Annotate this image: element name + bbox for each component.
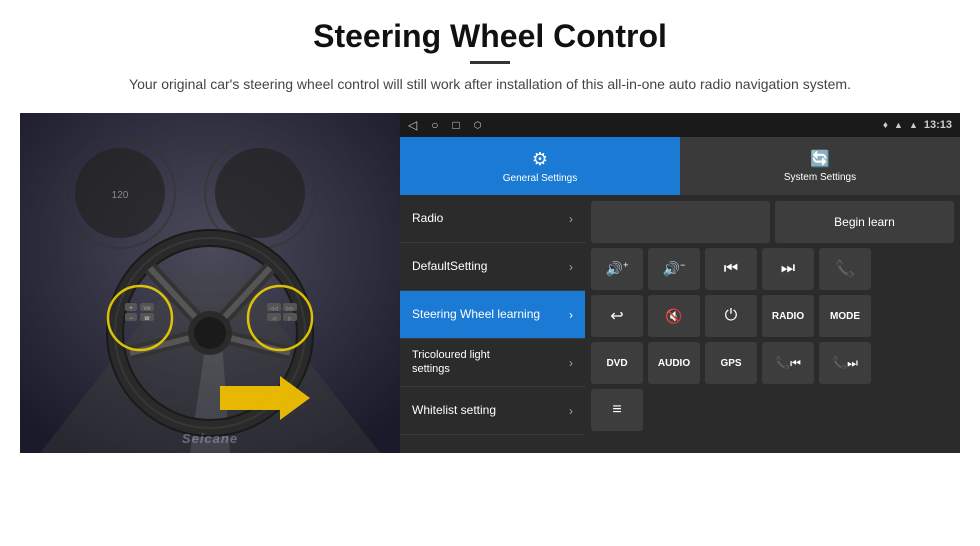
mute-icon: 🔇 xyxy=(665,308,682,325)
control-panel: Begin learn 🔊+ 🔊− ⏮ ⏭ xyxy=(585,195,960,453)
svg-text:−: − xyxy=(129,316,133,322)
return-icon: ↩ xyxy=(610,306,623,326)
svg-text:▷▷: ▷▷ xyxy=(286,306,294,312)
next-icon: ⏭ xyxy=(781,260,795,278)
menu-steering-arrow: › xyxy=(569,308,573,322)
call-prev-icon: 📞⏮ xyxy=(775,356,801,371)
tab-system-label: System Settings xyxy=(784,172,856,183)
menu-default-label: DefaultSetting xyxy=(412,259,487,273)
page-subtitle: Your original car's steering wheel contr… xyxy=(90,74,890,95)
home-icon[interactable]: ○ xyxy=(431,118,438,132)
car-photo: 120 xyxy=(20,113,400,453)
nav-icons: ◁ ○ □ ⬡ xyxy=(408,118,482,132)
menu-item-default-setting[interactable]: DefaultSetting › xyxy=(400,243,585,291)
menu-tricoloured-arrow: › xyxy=(569,356,573,370)
menu-icon[interactable]: ⬡ xyxy=(474,120,482,131)
call-icon: 📞 xyxy=(835,259,855,279)
empty-slot-btn xyxy=(591,201,770,243)
prev-icon: ⏮ xyxy=(724,260,738,278)
begin-learn-button[interactable]: Begin learn xyxy=(775,201,954,243)
power-button[interactable]: ⏻ xyxy=(705,295,757,337)
list-button[interactable]: ≡ xyxy=(591,389,643,431)
dvd-button[interactable]: DVD xyxy=(591,342,643,384)
svg-text:Vol: Vol xyxy=(144,306,151,312)
screen-main: Radio › DefaultSetting › Steering Wheel … xyxy=(400,195,960,453)
audio-button[interactable]: AUDIO xyxy=(648,342,700,384)
control-row-3: ↩ 🔇 ⏻ RADIO MODE xyxy=(591,295,954,337)
control-row-2: 🔊+ 🔊− ⏮ ⏭ 📞 xyxy=(591,248,954,290)
menu-item-whitelist[interactable]: Whitelist setting › xyxy=(400,387,585,435)
mode-label: MODE xyxy=(830,311,860,322)
gps-label: GPS xyxy=(720,358,741,369)
volume-up-button[interactable]: 🔊+ xyxy=(591,248,643,290)
menu-default-arrow: › xyxy=(569,260,573,274)
return-button[interactable]: ↩ xyxy=(591,295,643,337)
gps-button[interactable]: GPS xyxy=(705,342,757,384)
page-header: Steering Wheel Control Your original car… xyxy=(0,0,980,103)
page-title: Steering Wheel Control xyxy=(40,18,940,55)
status-time: 13:13 xyxy=(924,119,952,131)
call-next-icon: 📞⏭ xyxy=(832,356,858,371)
audio-label: AUDIO xyxy=(658,358,690,369)
car-image-area: 120 xyxy=(20,113,400,453)
menu-whitelist-arrow: › xyxy=(569,404,573,418)
status-bar: ◁ ○ □ ⬡ ♦ ▲ ▲ 13:13 xyxy=(400,113,960,137)
tab-bar: ⚙ General Settings 🔄 System Settings xyxy=(400,137,960,195)
prev-track-button[interactable]: ⏮ xyxy=(705,248,757,290)
system-icon: 🔄 xyxy=(810,149,830,169)
title-divider xyxy=(470,61,510,64)
list-icon: ≡ xyxy=(612,401,621,419)
menu-whitelist-label: Whitelist setting xyxy=(412,403,496,417)
content-area: 120 xyxy=(20,113,960,453)
volume-down-icon: 🔊− xyxy=(663,260,686,278)
power-icon: ⏻ xyxy=(725,307,738,325)
recents-icon[interactable]: □ xyxy=(452,118,459,132)
back-icon[interactable]: ◁ xyxy=(408,118,417,132)
svg-text:Seicane: Seicane xyxy=(182,431,238,446)
device-screen: ◁ ○ □ ⬡ ♦ ▲ ▲ 13:13 ⚙ General Settings 🔄… xyxy=(400,113,960,453)
tab-general-label: General Settings xyxy=(503,173,578,184)
location-icon: ♦ xyxy=(883,120,888,131)
status-right: ♦ ▲ ▲ 13:13 xyxy=(883,119,952,131)
menu-radio-arrow: › xyxy=(569,212,573,226)
mute-button[interactable]: 🔇 xyxy=(648,295,700,337)
control-row-1: Begin learn xyxy=(591,201,954,243)
menu-item-steering-wheel[interactable]: Steering Wheel learning › xyxy=(400,291,585,339)
menu-radio-label: Radio xyxy=(412,211,443,225)
tab-system-settings[interactable]: 🔄 System Settings xyxy=(680,137,960,195)
wifi-icon: ▲ xyxy=(894,120,903,130)
call-button[interactable]: 📞 xyxy=(819,248,871,290)
svg-text:☎: ☎ xyxy=(144,316,150,322)
volume-up-icon: 🔊+ xyxy=(606,260,629,278)
menu-item-tricoloured[interactable]: Tricoloured lightsettings › xyxy=(400,339,585,387)
call-prev-button[interactable]: 📞⏮ xyxy=(762,342,814,384)
mode-button[interactable]: MODE xyxy=(819,295,871,337)
svg-text:◁◁: ◁◁ xyxy=(270,306,278,312)
settings-gear-icon: ⚙ xyxy=(532,149,548,170)
svg-text:▷: ▷ xyxy=(288,316,292,322)
tab-general-settings[interactable]: ⚙ General Settings xyxy=(400,137,680,195)
next-track-button[interactable]: ⏭ xyxy=(762,248,814,290)
volume-down-button[interactable]: 🔊− xyxy=(648,248,700,290)
signal-icon: ▲ xyxy=(909,120,918,130)
menu-item-radio[interactable]: Radio › xyxy=(400,195,585,243)
menu-steering-label: Steering Wheel learning xyxy=(412,307,540,321)
radio-label: RADIO xyxy=(772,311,804,322)
svg-text:120: 120 xyxy=(112,190,129,201)
svg-text:◁: ◁ xyxy=(272,316,276,322)
svg-text:+: + xyxy=(129,306,133,312)
radio-button[interactable]: RADIO xyxy=(762,295,814,337)
control-row-4: DVD AUDIO GPS 📞⏮ 📞⏭ xyxy=(591,342,954,384)
control-row-5: ≡ xyxy=(591,389,954,431)
menu-list: Radio › DefaultSetting › Steering Wheel … xyxy=(400,195,585,453)
menu-tricoloured-label: Tricoloured lightsettings xyxy=(412,349,490,375)
dvd-label: DVD xyxy=(606,358,627,369)
call-next-button[interactable]: 📞⏭ xyxy=(819,342,871,384)
